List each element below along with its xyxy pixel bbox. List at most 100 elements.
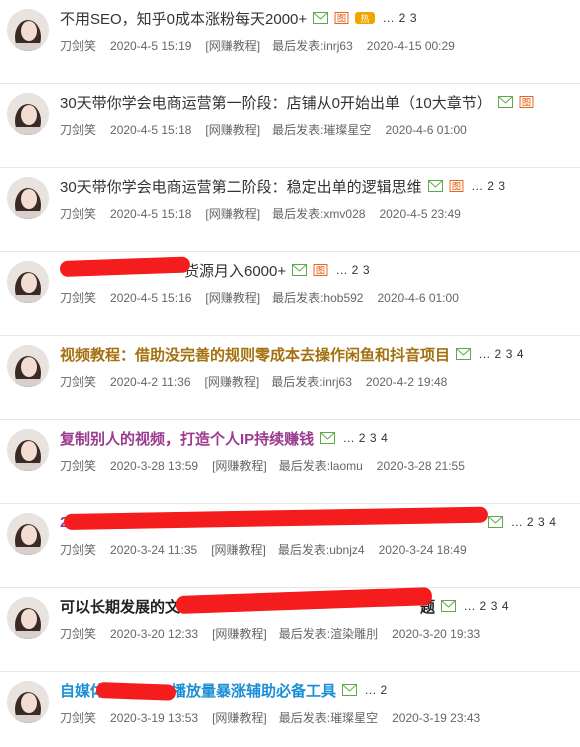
forum-link[interactable]: [网赚教程] <box>205 291 260 305</box>
last-post-date: 2020-4-6 01:00 <box>377 291 459 305</box>
author-link[interactable]: 刀剑笑 <box>60 627 96 641</box>
avatar[interactable] <box>7 681 49 723</box>
thread-row: 可以长期发展的文 题 ... 2 3 4 刀剑笑 2020-3-20 12:33 [网赚教… <box>0 587 580 672</box>
thread-row: 自媒体 播放量暴涨辅助必备工具 ... 2 刀剑笑 2020-3-19 13:53[… <box>0 672 580 747</box>
author-link[interactable]: 刀剑笑 <box>60 459 96 473</box>
forum-link[interactable]: [网赚教程] <box>205 375 260 389</box>
avatar[interactable] <box>7 513 49 555</box>
post-date: 2020-3-24 11:35 <box>110 543 198 557</box>
page-link[interactable]: 4 <box>517 347 524 361</box>
pagination: ... 2 <box>361 683 388 697</box>
avatar[interactable] <box>7 597 49 639</box>
last-poster[interactable]: 最后发表:inrj63 <box>272 39 353 53</box>
last-poster[interactable]: 最后发表:渲染雕刖 <box>279 627 378 641</box>
avatar[interactable] <box>7 9 49 51</box>
thread-title-link[interactable]: 30天带你学会电商运营第二阶段：稳定出单的逻辑思维 <box>60 176 422 197</box>
forum-link[interactable]: [网赚教程] <box>205 39 260 53</box>
forum-link[interactable]: [网赚教程] <box>211 543 266 557</box>
pagination: ... 2 3 <box>332 263 370 277</box>
page-ellipsis: ... <box>479 347 491 361</box>
thread-title-link[interactable]: 30天带你学会电商运营第一阶段：店铺从0开始出单（10大章节） <box>60 92 492 113</box>
page-link[interactable]: 4 <box>549 515 556 529</box>
last-poster[interactable]: 最后发表:laomu <box>279 459 363 473</box>
last-post-date: 2020-4-2 19:48 <box>365 375 448 389</box>
avatar[interactable] <box>7 429 49 471</box>
post-date: 2020-4-5 15:18 <box>110 207 192 221</box>
avatar[interactable] <box>7 177 49 219</box>
page-link[interactable]: 2 <box>487 179 494 193</box>
last-post-date: 2020-4-15 00:29 <box>366 39 455 53</box>
last-poster[interactable]: 最后发表:xmv028 <box>272 207 365 221</box>
svg-text:图: 图 <box>316 266 325 276</box>
svg-text:图: 图 <box>452 182 461 192</box>
mail-icon <box>427 180 443 192</box>
page-link[interactable]: 3 <box>491 599 498 613</box>
redaction-mark <box>95 682 177 701</box>
page-link[interactable]: 4 <box>381 431 388 445</box>
page-link[interactable]: 2 <box>352 263 359 277</box>
forum-link[interactable]: [网赚教程] <box>212 627 267 641</box>
author-link[interactable]: 刀剑笑 <box>60 543 96 557</box>
page-link[interactable]: 2 <box>399 11 406 25</box>
avatar[interactable] <box>7 93 49 135</box>
thread-row: 30天带你学会电商运营第一阶段：店铺从0开始出单（10大章节） 图 刀剑笑 202… <box>0 84 580 168</box>
pagination: ... 2 3 4 <box>460 599 509 613</box>
thread-title-link[interactable]: 复制别人的视频，打造个人IP持续赚钱 <box>60 428 314 449</box>
last-poster[interactable]: 最后发表:ubnjz4 <box>278 543 365 557</box>
page-link[interactable]: 3 <box>506 347 513 361</box>
last-poster[interactable]: 最后发表:璀璨星空 <box>279 711 378 725</box>
page-link[interactable]: 2 <box>381 683 388 697</box>
thread-title-tail[interactable]: 播放量暴涨辅助必备工具 <box>171 680 336 701</box>
svg-text:图: 图 <box>522 98 531 108</box>
author-link[interactable]: 刀剑笑 <box>60 711 96 725</box>
thread-list: 不用SEO，知乎0成本涨粉每天2000+ 图 热 ... 2 3 刀剑笑 2020-4… <box>0 0 580 747</box>
author-link[interactable]: 刀剑笑 <box>60 207 96 221</box>
post-date: 2020-4-2 11:36 <box>110 375 191 389</box>
svg-text:图: 图 <box>337 14 346 24</box>
forum-link[interactable]: [网赚教程] <box>212 711 267 725</box>
author-link[interactable]: 刀剑笑 <box>60 123 96 137</box>
page-link[interactable]: 2 <box>527 515 534 529</box>
mail-icon <box>292 264 308 276</box>
forum-link[interactable]: [网赚教程] <box>205 123 260 137</box>
page-link[interactable]: 3 <box>363 263 370 277</box>
page-link[interactable]: 3 <box>538 515 545 529</box>
author-link[interactable]: 刀剑笑 <box>60 291 96 305</box>
thread-title-link[interactable]: 视频教程：借助没完善的规则零成本去操作闲鱼和抖音项目 <box>60 344 450 365</box>
page-link[interactable]: 4 <box>502 599 509 613</box>
image-icon: 图 <box>449 180 464 192</box>
thread-row: 货源月入6000+ 图 ... 2 3 刀剑笑 2020-4-5 15:16 [网赚教程… <box>0 252 580 336</box>
image-icon: 图 <box>313 264 328 276</box>
thread-title-link[interactable]: 不用SEO，知乎0成本涨粉每天2000+ <box>60 8 307 29</box>
avatar[interactable] <box>7 261 49 303</box>
forum-link[interactable]: [网赚教程] <box>205 207 260 221</box>
thread-row: 不用SEO，知乎0成本涨粉每天2000+ 图 热 ... 2 3 刀剑笑 2020-4… <box>0 0 580 84</box>
thread-title-link[interactable]: 货源月入6000+ <box>184 260 286 281</box>
mail-icon <box>456 348 472 360</box>
page-link[interactable]: 2 <box>359 431 366 445</box>
last-post-date: 2020-3-24 18:49 <box>378 543 467 557</box>
last-poster[interactable]: 最后发表:璀璨星空 <box>272 123 371 137</box>
last-poster[interactable]: 最后发表:hob592 <box>272 291 363 305</box>
svg-text:热: 热 <box>361 13 370 25</box>
last-post-date: 2020-3-20 19:33 <box>392 627 481 641</box>
image-icon: 图 <box>334 12 349 24</box>
page-link[interactable]: 2 <box>495 347 502 361</box>
page-link[interactable]: 3 <box>410 11 417 25</box>
page-link[interactable]: 2 <box>480 599 487 613</box>
page-link[interactable]: 3 <box>498 179 505 193</box>
forum-link[interactable]: [网赚教程] <box>212 459 267 473</box>
avatar[interactable] <box>7 345 49 387</box>
thread-title-link[interactable]: 可以长期发展的文 <box>60 596 180 617</box>
post-date: 2020-4-5 15:18 <box>110 123 192 137</box>
mail-icon <box>342 684 358 696</box>
pagination: ... 2 3 4 <box>475 347 524 361</box>
page-link[interactable]: 3 <box>370 431 377 445</box>
last-poster[interactable]: 最后发表:inrj63 <box>271 375 352 389</box>
page-ellipsis: ... <box>336 263 348 277</box>
author-link[interactable]: 刀剑笑 <box>60 39 96 53</box>
mail-icon <box>497 96 513 108</box>
author-link[interactable]: 刀剑笑 <box>60 375 96 389</box>
pagination: ... 2 3 <box>468 179 506 193</box>
last-post-date: 2020-3-28 21:55 <box>376 459 465 473</box>
